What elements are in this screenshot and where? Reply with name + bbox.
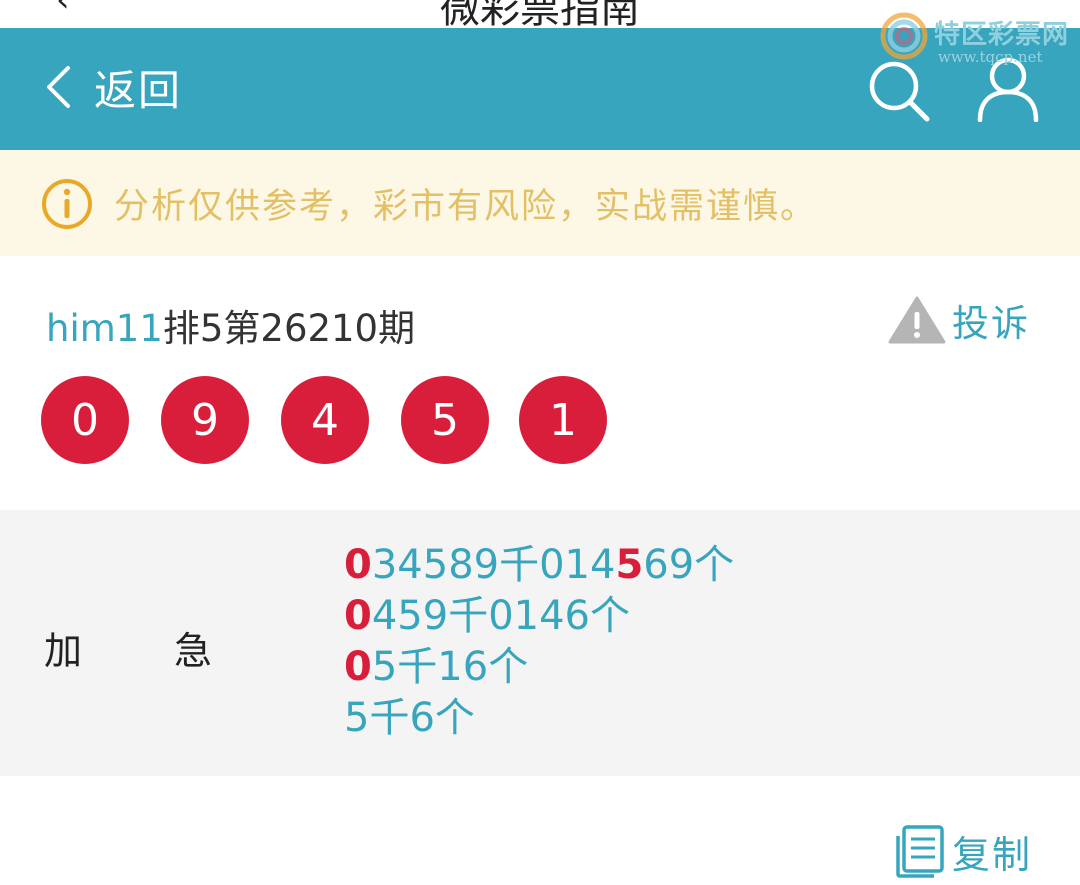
complain-label: 投诉 bbox=[952, 302, 1030, 345]
period-header: him11排5第26210期 投诉 0 9 4 5 1 bbox=[0, 256, 1080, 510]
line-text: 459千0146个 bbox=[371, 593, 630, 639]
hit-digit: 0 bbox=[344, 542, 372, 588]
prediction-line: 05千16个 bbox=[344, 642, 734, 693]
number-ball: 1 bbox=[519, 376, 607, 464]
prediction-line: 5千6个 bbox=[344, 693, 734, 744]
info-icon bbox=[42, 179, 92, 229]
detail-label-jia: 加 bbox=[44, 629, 83, 673]
hit-digit: 0 bbox=[344, 644, 372, 690]
copy-document-icon bbox=[896, 825, 944, 878]
line-text: 34589千014 bbox=[371, 542, 616, 588]
complain-button[interactable]: 投诉 bbox=[888, 292, 1030, 348]
warning-icon bbox=[888, 296, 946, 344]
watermark: 特区彩票网 www.tqcp.net bbox=[876, 8, 1076, 68]
watermark-name: 特区彩票网 bbox=[934, 20, 1070, 50]
line-text: 5千16个 bbox=[371, 644, 529, 690]
period-title: him11排5第26210期 bbox=[46, 298, 415, 352]
line-text: 69个 bbox=[643, 542, 735, 588]
prediction-line: 034589千014569个 bbox=[344, 540, 734, 591]
line-text: 5千6个 bbox=[344, 695, 475, 741]
notice-text: 分析仅供参考，彩市有风险，实战需谨慎。 bbox=[114, 187, 818, 227]
number-ball: 9 bbox=[161, 376, 249, 464]
detail-label-ji: 急 bbox=[174, 629, 213, 673]
number-ball: 4 bbox=[281, 376, 369, 464]
watermark-logo-icon bbox=[880, 12, 928, 60]
chevron-left-icon bbox=[47, 66, 70, 108]
number-ball: 5 bbox=[401, 376, 489, 464]
period-label: 排5第26210期 bbox=[162, 307, 416, 350]
author-name[interactable]: him11 bbox=[46, 307, 163, 350]
hit-digit: 0 bbox=[344, 593, 372, 639]
prediction-lines: 034589千014569个 0459千0146个 05千16个 5千6个 bbox=[344, 540, 734, 744]
watermark-url: www.tqcp.net bbox=[938, 48, 1043, 66]
number-ball: 0 bbox=[41, 376, 129, 464]
copy-label: 复制 bbox=[952, 832, 1033, 877]
hit-digit: 5 bbox=[615, 542, 644, 588]
prediction-line: 0459千0146个 bbox=[344, 591, 734, 642]
back-button[interactable]: 返回 bbox=[40, 56, 182, 118]
copy-button[interactable]: 复制 bbox=[894, 822, 1032, 880]
risk-notice: 分析仅供参考，彩市有风险，实战需谨慎。 bbox=[0, 150, 1080, 256]
prediction-detail: 加 急 034589千014569个 0459千0146个 05千16个 5千6… bbox=[0, 510, 1080, 776]
back-label: 返回 bbox=[94, 65, 183, 115]
